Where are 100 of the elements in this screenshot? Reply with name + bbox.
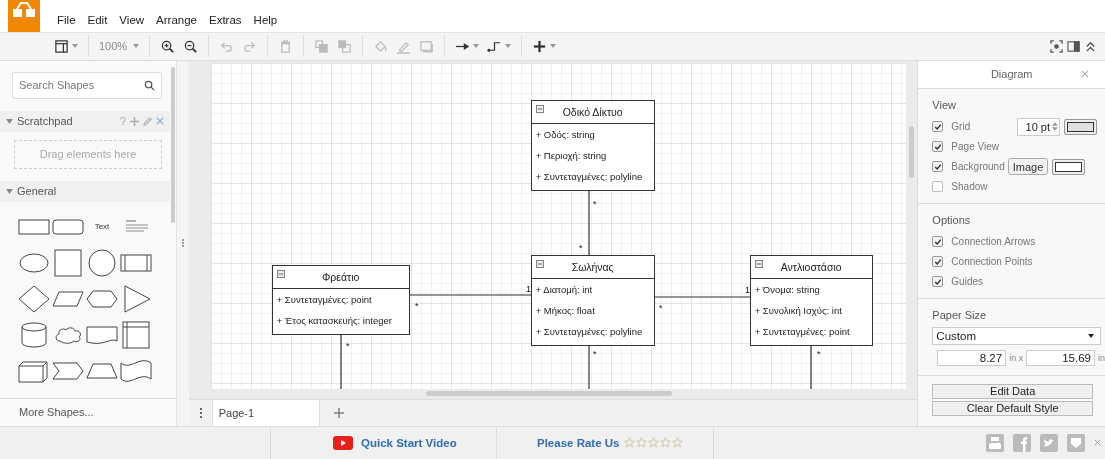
star-rating[interactable] [624,437,684,449]
collapse-icon[interactable] [535,259,544,268]
checkbox[interactable] [932,256,944,268]
bookmark-icon[interactable] [1067,433,1085,452]
option-label: Shadow [951,181,988,193]
class-box[interactable]: Οδικό Δίκτυο + Οδός: string + Περιοχή: string + Συντεταγμένες: polyline [530,99,655,191]
close-icon[interactable] [1094,439,1101,447]
paper-size-select[interactable]: Custom [932,326,1101,345]
checkbox[interactable] [932,141,944,153]
text-shape[interactable]: Text [85,211,119,242]
paper-height-field[interactable]: 15.69 [1026,349,1095,366]
section-title: General [17,185,57,198]
search-icon[interactable] [144,79,155,91]
paper-width-field[interactable]: 8.27 [937,349,1007,366]
section-title: Paper Size [932,308,988,321]
spinner-arrows-icon[interactable] [1052,121,1058,133]
class-box[interactable]: Φρεάτιο + Συντεταγμένες: point + Έτος κατασκευής: integer [271,264,410,335]
video-play-icon[interactable] [333,435,353,450]
option-label: Connection Arrows [951,236,1036,248]
caret-icon [133,44,140,49]
diagram-canvas[interactable] [210,62,906,389]
unit-label: in [1098,352,1105,363]
star-icon[interactable] [660,437,672,449]
unit-label: in x [1009,352,1024,363]
star-icon[interactable] [624,437,636,449]
pencil-icon[interactable] [143,116,152,126]
star-icon[interactable] [636,437,648,449]
section-title: Options [932,213,972,226]
square-shape[interactable] [51,247,85,278]
circle-shape[interactable] [85,247,119,278]
facebook-icon[interactable] [1013,433,1031,452]
help-icon[interactable] [120,117,126,126]
internal-storage-shape[interactable] [119,319,153,350]
plus-icon [532,38,548,54]
class-attribute: + Συντεταγμένες: point [275,292,373,307]
menu-item[interactable]: Extras [209,14,242,26]
option-label: Page View [951,141,999,153]
collapse-icon[interactable] [535,104,544,113]
to-front-icon [314,38,330,54]
general-header[interactable]: General [0,180,170,202]
section-title: Scratchpad [17,115,73,128]
menu-item[interactable]: Arrange [156,14,197,26]
search-field[interactable]: Search Shapes [12,71,162,99]
class-attribute: + Συντεταγμένες: polyline [534,169,644,184]
class-box[interactable]: Αντλιοστάσιο + Όνομα: string + Συνολική Ισχύς: int + Συντεταγμένες: point [749,254,873,346]
page-tab[interactable]: Page-1 [211,399,320,426]
menu-item[interactable]: Edit [87,14,108,26]
connector-line[interactable] [588,344,590,389]
collapse-chevron-icon[interactable] [1084,39,1097,53]
collapse-icon[interactable] [754,259,763,268]
checkbox[interactable] [932,161,944,173]
vertical-scrollbar[interactable] [909,125,915,178]
quick-start-video-link[interactable]: Quick Start Video [361,436,457,449]
fullscreen-icon[interactable] [1050,39,1063,53]
dropdown-arrow-icon [1088,333,1094,338]
close-icon[interactable] [156,117,164,126]
checkbox[interactable] [932,236,944,248]
panel-button[interactable]: Clear Default Style [932,400,1093,416]
panel-toggle-icon[interactable] [1067,39,1080,53]
star-icon[interactable] [648,437,660,449]
menu-item[interactable]: Help [253,14,278,26]
option-label: Grid [951,121,971,133]
add-icon[interactable] [130,116,139,126]
class-box[interactable]: Σωλήνας + Διατομή: int + Μήκος: float + Συντεταγμένες: polyline [530,254,655,346]
horizontal-scrollbar[interactable] [425,390,672,396]
to-back-icon [337,38,353,54]
background-color-swatch[interactable] [1052,158,1086,175]
star-icon[interactable] [672,437,684,449]
multiplicity-label: * [816,348,821,359]
image-button[interactable]: Image [1007,158,1049,176]
menu-item[interactable]: File [57,14,76,26]
splitter-handle-icon[interactable] [181,239,184,248]
close-icon[interactable] [1081,70,1089,79]
grid-size-field[interactable]: 10 pt [1017,117,1060,136]
panel-button[interactable]: Edit Data [932,383,1093,399]
connector-line[interactable] [810,344,812,389]
collapse-icon[interactable] [276,269,285,278]
grid-color-swatch[interactable] [1064,118,1097,135]
multiplicity-label: * [592,348,597,359]
add-page-icon[interactable] [333,407,344,418]
caret-icon [72,44,78,49]
class-attribute: + Όνομα: string [753,282,821,297]
menu-item[interactable]: View [119,14,145,26]
connector-line[interactable] [654,295,751,298]
scratchpad-header[interactable]: Scratchpad [0,110,170,132]
checkbox[interactable] [932,121,944,133]
connector-line[interactable] [409,293,532,296]
zoom-out-icon [183,38,199,54]
checkbox[interactable] [932,181,944,193]
video-site-icon[interactable] [986,433,1004,452]
multiplicity-label: * [345,340,350,351]
rate-us-link[interactable]: Please Rate Us [537,436,620,449]
class-attribute: + Συντεταγμένες: polyline [534,324,644,339]
bird-icon[interactable] [1040,433,1058,452]
connector-line[interactable] [588,189,590,256]
checkbox[interactable] [932,276,944,288]
zoom-dropdown[interactable]: 100% [95,35,144,58]
class-attribute: + Διατομή: int [534,282,594,297]
class-attribute: + Συντεταγμένες: point [753,324,851,339]
page-menu-icon[interactable] [199,407,202,418]
